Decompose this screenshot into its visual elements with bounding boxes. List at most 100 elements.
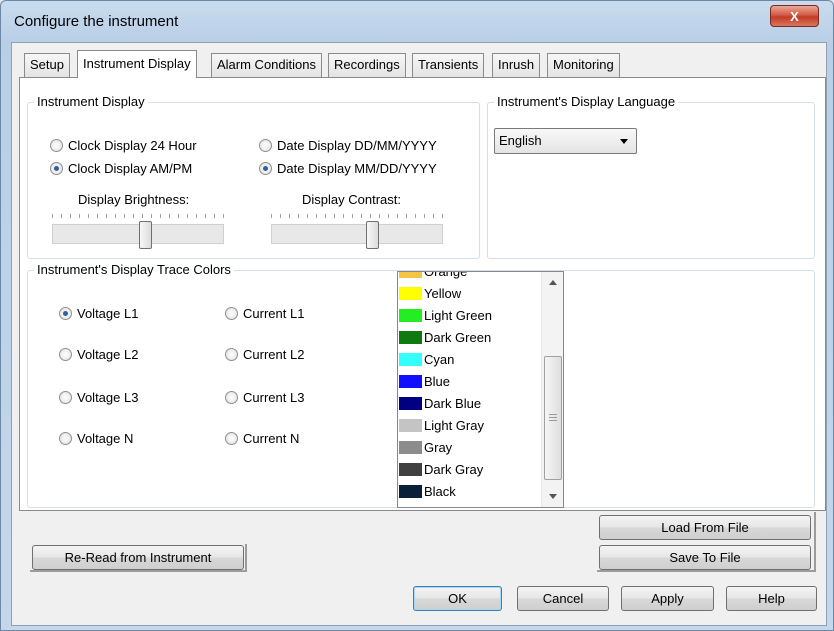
scroll-down-icon[interactable]	[549, 494, 557, 499]
color-option[interactable]: Orange	[398, 271, 539, 282]
trace-color-list[interactable]: Orange Yellow Light Green Dark Green Cyan Blu…	[397, 271, 564, 508]
tab-transients[interactable]: Transients	[412, 53, 485, 77]
date-ddmmyyyy-label: Date Display DD/MM/YYYY	[277, 138, 437, 153]
current-l3-option[interactable]: Current L3	[225, 390, 304, 405]
tab-alarm-conditions[interactable]: Alarm Conditions	[211, 53, 322, 77]
color-option[interactable]: Light Green	[398, 304, 539, 326]
color-label: Dark Gray	[424, 461, 484, 477]
color-label: Light Green	[424, 307, 492, 323]
grip-icon	[549, 414, 557, 421]
language-group	[487, 102, 815, 259]
radio-button[interactable]	[225, 391, 238, 404]
color-label: Dark Blue	[424, 395, 482, 411]
radio-button[interactable]	[50, 139, 63, 152]
language-value: English	[499, 133, 542, 148]
tab-monitoring[interactable]: Monitoring	[547, 53, 620, 77]
color-swatch	[399, 272, 422, 278]
color-swatch	[399, 352, 422, 366]
ok-button[interactable]: OK	[413, 586, 502, 611]
contrast-slider[interactable]	[271, 214, 443, 249]
voltage-l2-label: Voltage L2	[77, 347, 139, 362]
date-ddmmyyyy-option[interactable]: Date Display DD/MM/YYYY	[259, 138, 437, 153]
radio-button[interactable]	[225, 348, 238, 361]
voltage-n-option[interactable]: Voltage N	[59, 431, 133, 446]
color-option[interactable]: Cyan	[398, 348, 539, 370]
tab-inrush[interactable]: Inrush	[492, 53, 541, 77]
close-button[interactable]: X	[770, 5, 819, 27]
close-icon: X	[790, 8, 799, 24]
radio-button[interactable]	[259, 162, 272, 175]
clock-24-hour-label: Clock Display 24 Hour	[68, 138, 197, 153]
help-button[interactable]: Help	[726, 586, 817, 611]
color-option[interactable]: Gray	[398, 436, 539, 458]
color-swatch	[399, 440, 422, 454]
voltage-l1-label: Voltage L1	[77, 306, 139, 321]
window-title: Configure the instrument	[14, 13, 179, 30]
color-label: Light Gray	[424, 417, 484, 433]
current-l2-label: Current L2	[243, 347, 305, 362]
color-label: Gray	[424, 439, 453, 455]
color-swatch	[399, 396, 422, 410]
scroll-up-icon[interactable]	[549, 280, 557, 285]
chevron-down-icon	[620, 139, 628, 144]
radio-button[interactable]	[59, 391, 72, 404]
tab-setup[interactable]: Setup	[24, 53, 70, 77]
radio-button[interactable]	[59, 432, 72, 445]
color-option[interactable]: Dark Green	[398, 326, 539, 348]
date-mmddyyyy-label: Date Display MM/DD/YYYY	[277, 161, 437, 176]
color-option[interactable]: Dark Gray	[398, 458, 539, 480]
clock-ampm-option[interactable]: Clock Display AM/PM	[50, 161, 192, 176]
color-swatch	[399, 330, 422, 344]
radio-button[interactable]	[259, 139, 272, 152]
color-option[interactable]: Black	[398, 480, 539, 502]
contrast-label: Display Contrast:	[302, 192, 401, 207]
current-l1-option[interactable]: Current L1	[225, 306, 304, 321]
title-bar[interactable]: Configure the instrument X	[1, 1, 833, 41]
language-title: Instrument's Display Language	[494, 94, 679, 109]
color-option[interactable]: Blue	[398, 370, 539, 392]
cancel-button[interactable]: Cancel	[517, 586, 609, 611]
color-label: Orange	[424, 271, 468, 279]
voltage-l2-option[interactable]: Voltage L2	[59, 347, 138, 362]
load-from-file-button[interactable]: Load From File	[599, 515, 811, 540]
brightness-slider[interactable]	[52, 214, 224, 249]
slider-thumb[interactable]	[139, 221, 152, 249]
color-swatch	[399, 462, 422, 476]
apply-button[interactable]: Apply	[621, 586, 714, 611]
current-l3-label: Current L3	[243, 390, 305, 405]
color-option[interactable]: Dark Blue	[398, 392, 539, 414]
radio-button[interactable]	[225, 432, 238, 445]
trace-colors-title: Instrument's Display Trace Colors	[34, 262, 234, 277]
voltage-n-label: Voltage N	[77, 431, 134, 446]
radio-button[interactable]	[50, 162, 63, 175]
slider-ticks	[271, 214, 443, 218]
color-label: Black	[424, 483, 456, 499]
reread-from-instrument-button[interactable]: Re-Read from Instrument	[32, 545, 244, 570]
save-to-file-button[interactable]: Save To File	[599, 545, 811, 570]
date-mmddyyyy-option[interactable]: Date Display MM/DD/YYYY	[259, 161, 437, 176]
slider-track[interactable]	[271, 224, 443, 244]
voltage-l3-option[interactable]: Voltage L3	[59, 390, 138, 405]
current-l2-option[interactable]: Current L2	[225, 347, 304, 362]
clock-24-hour-option[interactable]: Clock Display 24 Hour	[50, 138, 197, 153]
color-swatch	[399, 308, 422, 322]
color-option[interactable]: Light Gray	[398, 414, 539, 436]
current-n-option[interactable]: Current N	[225, 431, 299, 446]
current-n-label: Current N	[243, 431, 300, 446]
color-swatch	[399, 484, 422, 498]
tab-instrument-display[interactable]: Instrument Display	[77, 50, 197, 78]
vertical-scrollbar[interactable]	[541, 272, 563, 507]
color-option[interactable]: Yellow	[398, 282, 539, 304]
scrollbar-thumb[interactable]	[544, 356, 562, 480]
slider-thumb[interactable]	[366, 221, 379, 249]
radio-button[interactable]	[225, 307, 238, 320]
language-select[interactable]: English	[494, 128, 637, 154]
color-label: Dark Green	[424, 329, 492, 345]
slider-ticks	[52, 214, 224, 218]
color-label: Blue	[424, 373, 451, 389]
radio-button[interactable]	[59, 348, 72, 361]
tab-recordings[interactable]: Recordings	[328, 53, 406, 77]
radio-button[interactable]	[59, 307, 72, 320]
voltage-l1-option[interactable]: Voltage L1	[59, 306, 138, 321]
slider-track[interactable]	[52, 224, 224, 244]
